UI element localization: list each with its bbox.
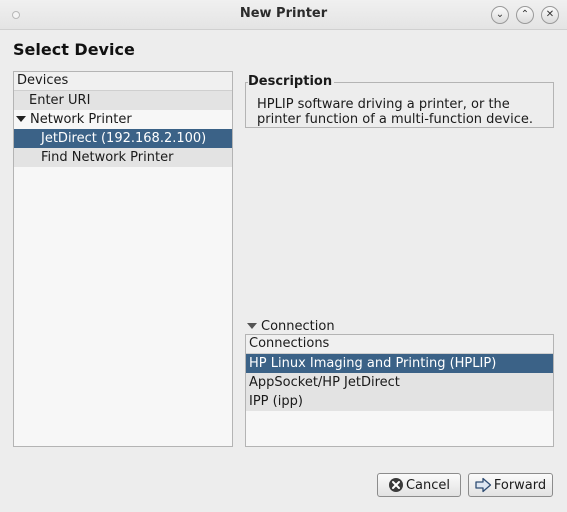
connection-item-hplip[interactable]: HP Linux Imaging and Printing (HPLIP) [246, 354, 553, 373]
device-item-find-network-printer[interactable]: Find Network Printer [14, 148, 232, 167]
device-item-label: Find Network Printer [41, 150, 174, 165]
connection-item-label: IPP (ipp) [249, 394, 303, 409]
connection-label: Connection [261, 319, 335, 334]
title-bar[interactable]: New Printer ⌄ ⌃ ✕ [0, 0, 567, 30]
minimize-button[interactable]: ⌄ [491, 6, 509, 24]
cancel-button-label: Cancel [405, 477, 451, 493]
connections-list[interactable]: Connections HP Linux Imaging and Printin… [245, 334, 554, 447]
device-item-enter-uri[interactable]: Enter URI [14, 91, 232, 110]
maximize-button[interactable]: ⌃ [516, 6, 534, 24]
device-item-label: JetDirect (192.168.2.100) [41, 131, 207, 146]
page-title: Select Device [13, 40, 135, 59]
connections-column-header[interactable]: Connections [246, 335, 553, 354]
device-item-jetdirect[interactable]: JetDirect (192.168.2.100) [14, 129, 232, 148]
connection-item-appsocket[interactable]: AppSocket/HP JetDirect [246, 373, 553, 392]
connection-item-label: AppSocket/HP JetDirect [249, 375, 400, 390]
connection-expander[interactable]: Connection [247, 319, 335, 334]
description-text: HPLIP software driving a printer, or the… [257, 97, 534, 127]
expander-down-icon[interactable] [16, 116, 26, 122]
window-title: New Printer [239, 6, 328, 21]
device-item-label: Enter URI [29, 93, 91, 108]
chevron-up-icon: ⌃ [520, 9, 530, 20]
forward-button[interactable]: Forward [468, 473, 553, 497]
devices-column-header[interactable]: Devices [14, 72, 232, 91]
cancel-button[interactable]: Cancel [377, 473, 461, 497]
close-button[interactable]: ✕ [541, 6, 559, 24]
device-item-label: Network Printer [30, 112, 132, 127]
forward-arrow-icon [475, 477, 492, 493]
connection-item-ipp[interactable]: IPP (ipp) [246, 392, 553, 411]
devices-tree[interactable]: Devices Enter URI Network Printer JetDir… [13, 71, 233, 447]
close-icon: ✕ [545, 9, 555, 20]
device-item-network-printer[interactable]: Network Printer [14, 110, 232, 129]
forward-button-label: Forward [493, 477, 547, 493]
cancel-icon [388, 477, 404, 493]
connection-item-label: HP Linux Imaging and Printing (HPLIP) [249, 356, 497, 371]
chevron-down-icon: ⌄ [495, 9, 505, 20]
expander-down-icon [247, 323, 257, 329]
description-title: Description [248, 74, 335, 89]
